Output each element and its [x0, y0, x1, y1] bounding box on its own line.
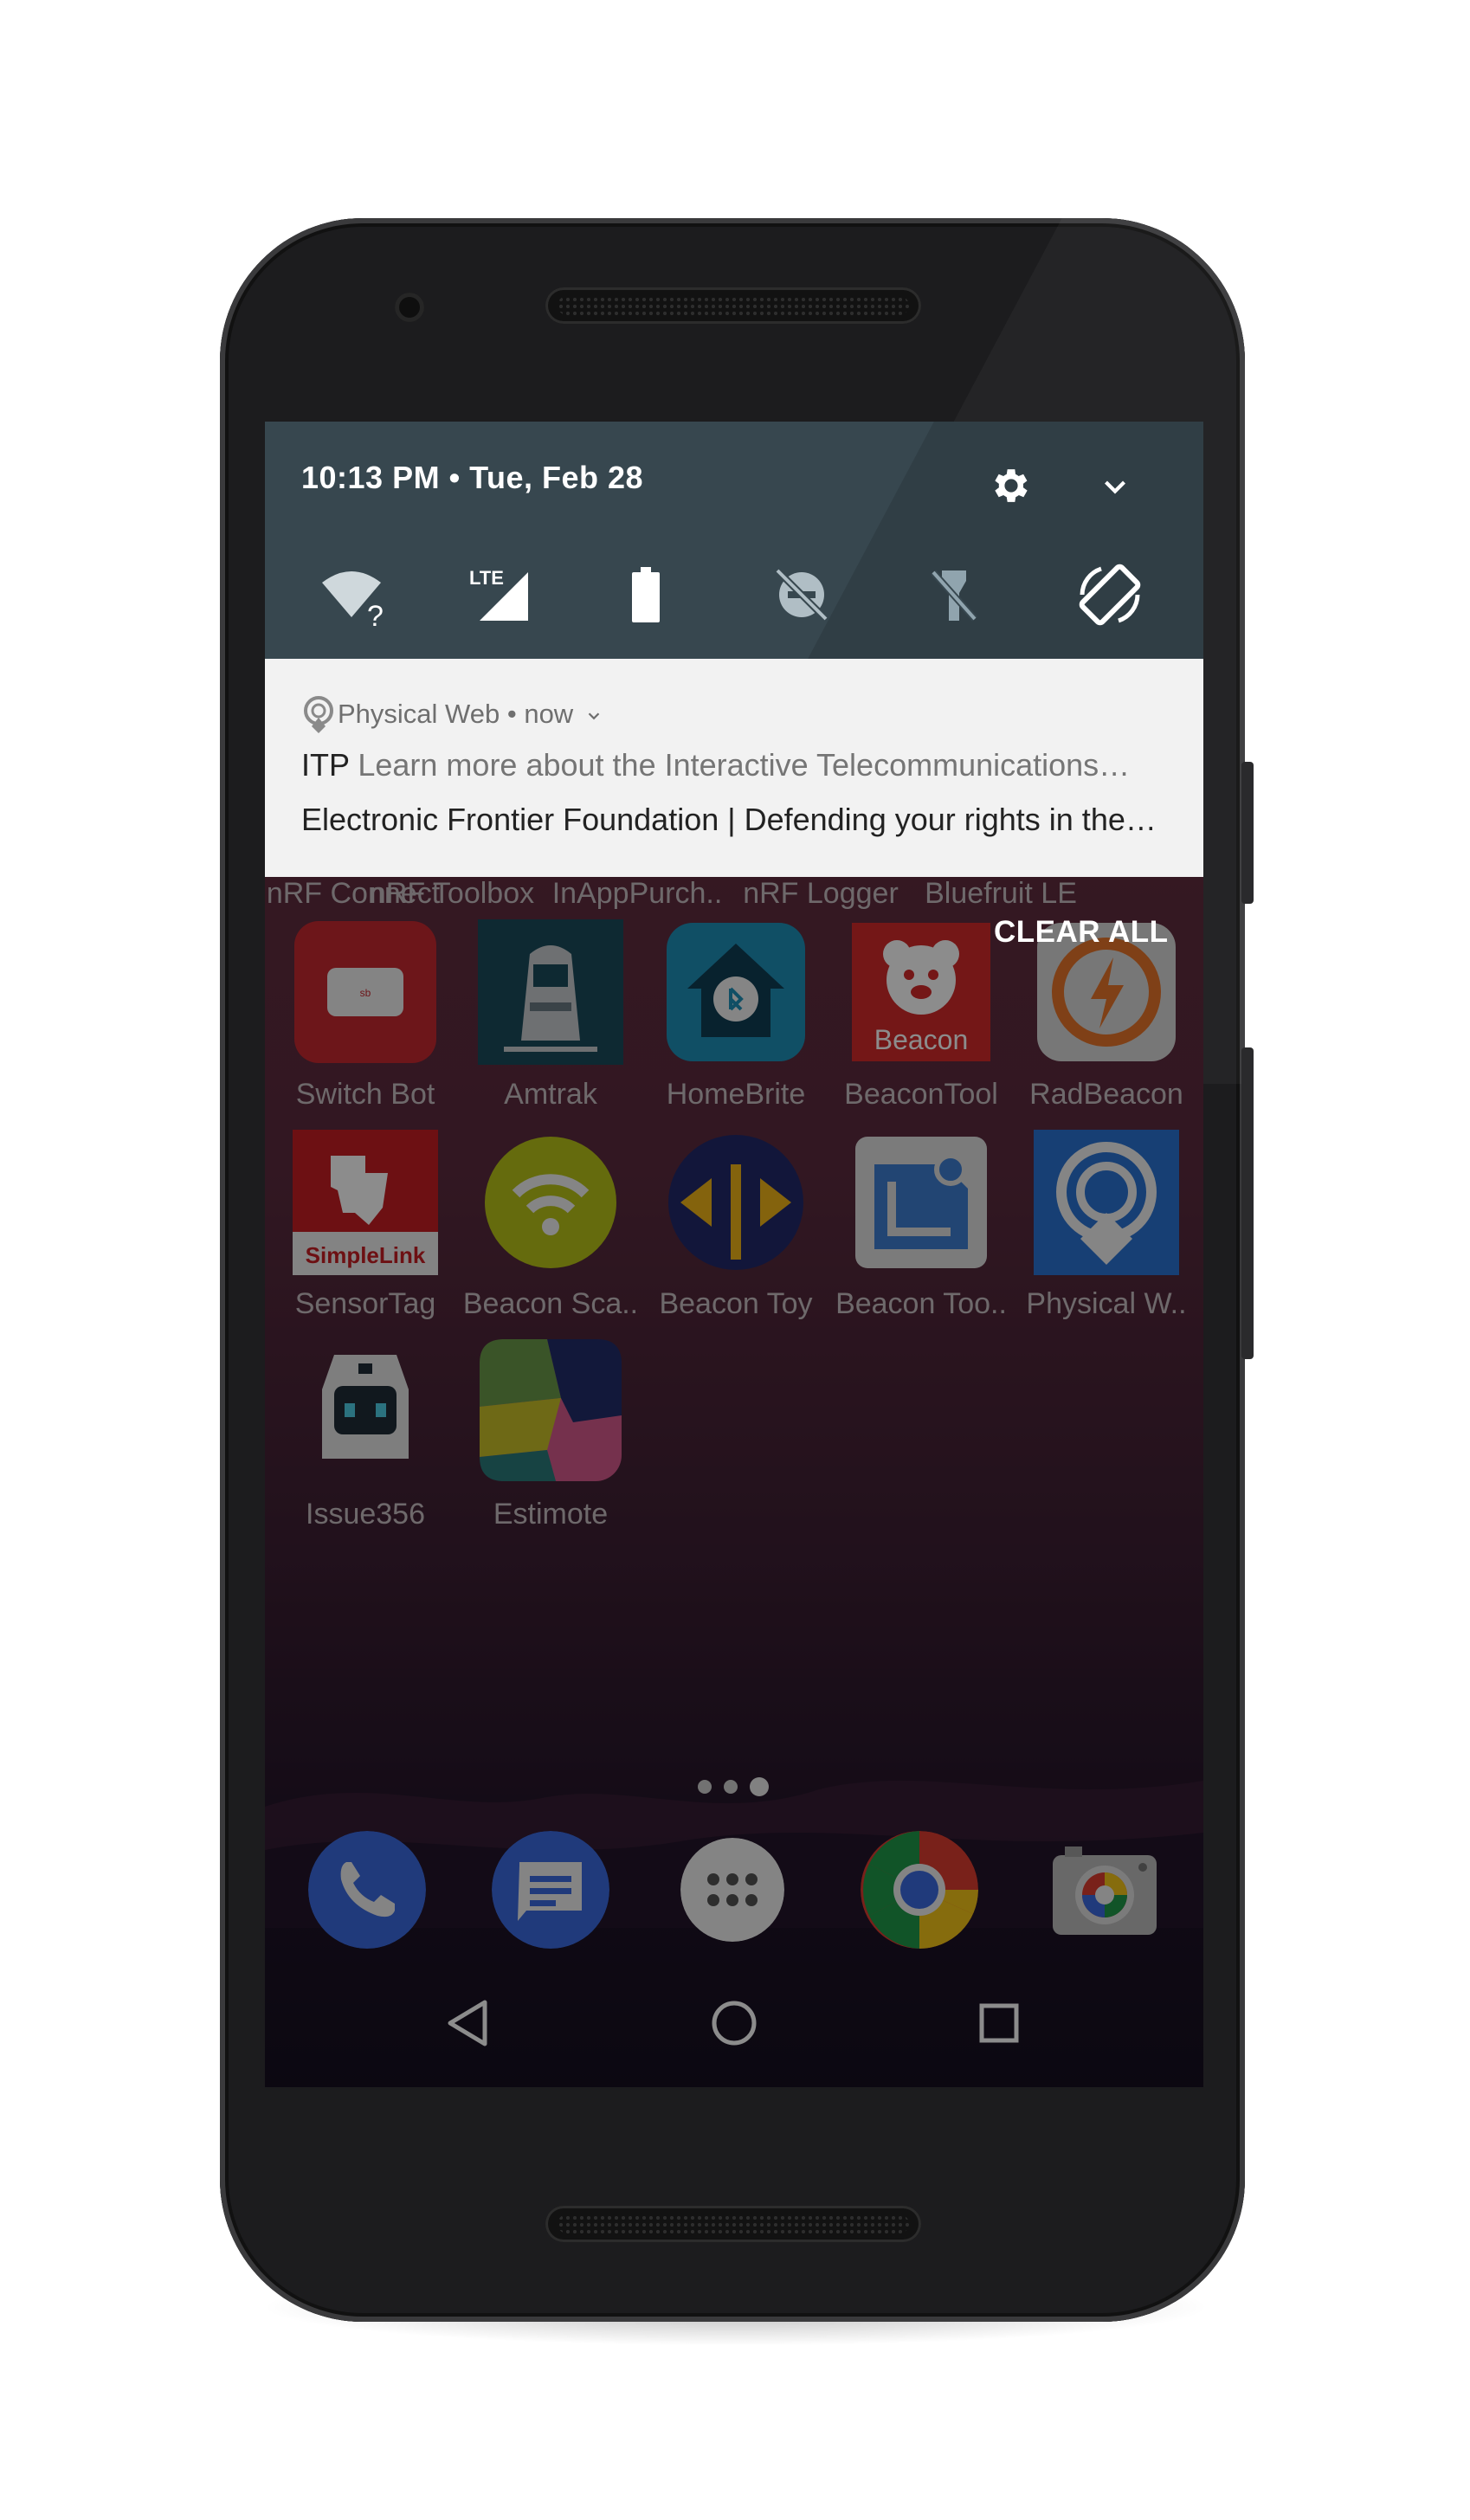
app-drawer-icon[interactable]	[680, 1838, 784, 1942]
lte-badge: LTE	[469, 567, 504, 589]
page-dot[interactable]	[698, 1780, 712, 1794]
auto-rotate-icon[interactable]	[1075, 560, 1144, 629]
notification-app-name: Physical Web	[338, 699, 500, 729]
switchbot-icon: sb	[294, 921, 436, 1063]
notification-time: now	[524, 699, 574, 729]
lte-signal-icon[interactable]: LTE	[466, 560, 535, 629]
app-label: Beacon Sca..	[462, 1287, 639, 1320]
app-label: Bluefruit LE	[925, 877, 1077, 910]
notification-line-1-text: Learn more about the Interactive Telecom…	[358, 747, 1131, 783]
homebrite-icon	[667, 923, 805, 1061]
time-date-text: 10:13 PM • Tue, Feb 28	[301, 460, 644, 495]
phone-icon[interactable]	[308, 1831, 426, 1949]
amtrak-train-icon	[478, 919, 623, 1065]
app-label: Estimote	[493, 1498, 609, 1531]
app-label: SensorTag	[294, 1287, 436, 1320]
app-label: BeaconTool	[844, 1078, 998, 1111]
physical-web-small-icon	[304, 696, 333, 733]
wifi-question-icon[interactable]: ?	[317, 560, 386, 629]
gear-icon[interactable]	[989, 463, 1034, 508]
back-triangle-icon[interactable]	[443, 1997, 493, 2049]
app-label: RadBeacon	[1029, 1078, 1183, 1111]
app-label: Switch Bot	[295, 1078, 435, 1111]
app-label: Physical W..	[1026, 1287, 1187, 1320]
notification-line-1-title: ITP	[301, 747, 358, 783]
sensortag-icon-text: SimpleLink	[306, 1242, 426, 1268]
app-label: nRF Toolbox	[369, 877, 535, 910]
messages-icon[interactable]	[492, 1831, 609, 1949]
notification-header: Physical Web • now	[338, 699, 603, 730]
app-label: nRF Logger	[743, 877, 899, 910]
app-label: InAppPurch..	[551, 877, 723, 910]
issue356-robot-icon	[322, 1355, 409, 1459]
front-camera	[395, 293, 424, 322]
separator-dot: •	[506, 699, 525, 729]
notification-line-2[interactable]: Electronic Frontier Foundation | Defendi…	[301, 802, 1167, 838]
flashlight-off-icon[interactable]	[919, 560, 989, 629]
volume-button[interactable]	[1241, 1047, 1254, 1359]
app-label: Amtrak	[504, 1078, 597, 1111]
beacon-scanner-icon	[485, 1137, 616, 1268]
ti-simplelink-icon: SimpleLink	[293, 1130, 438, 1275]
beacontool-bear-icon: Beacon	[852, 923, 990, 1061]
bottom-speaker	[545, 2206, 921, 2242]
battery-icon[interactable]	[611, 560, 680, 629]
svg-text:?: ?	[367, 600, 384, 629]
app-label: Beacon Too..	[835, 1287, 1007, 1320]
app-label: Beacon Toy	[659, 1287, 813, 1320]
physical-web-notification[interactable]: Physical Web • now ITP Learn more about …	[265, 659, 1203, 877]
clear-all-button[interactable]: CLEAR ALL	[994, 915, 1169, 950]
notification-line-1[interactable]: ITP Learn more about the Interactive Tel…	[301, 747, 1167, 783]
home-circle-icon[interactable]	[708, 1997, 760, 2049]
estimote-icon	[480, 1339, 622, 1481]
quick-settings-header: 10:13 PM • Tue, Feb 28 ? LTE	[265, 422, 1203, 659]
power-button[interactable]	[1241, 762, 1254, 904]
chevron-down-small-icon[interactable]	[584, 706, 603, 725]
physical-web-icon	[1034, 1130, 1179, 1275]
beacon-tools-icon	[855, 1137, 987, 1268]
top-speaker	[545, 287, 921, 324]
chevron-down-icon[interactable]	[1099, 472, 1131, 503]
page-dot[interactable]	[724, 1780, 738, 1794]
page-dot-active[interactable]	[750, 1777, 769, 1796]
chrome-icon[interactable]	[861, 1831, 978, 1949]
beacontool-icon-text: Beacon	[874, 1024, 969, 1055]
svg-text:sb: sb	[360, 987, 371, 999]
beacon-toy-icon	[668, 1135, 803, 1270]
app-label: HomeBrite	[666, 1078, 806, 1111]
dnd-off-icon[interactable]	[767, 560, 836, 629]
screen: nRF Connect nRF Toolbox InAppPurch.. nRF…	[265, 422, 1203, 2087]
app-label: Issue356	[306, 1498, 425, 1531]
camera-icon[interactable]	[1046, 1831, 1164, 1949]
recents-square-icon[interactable]	[975, 1999, 1023, 2047]
